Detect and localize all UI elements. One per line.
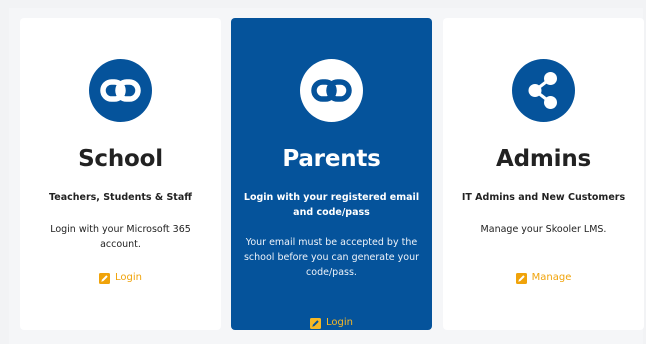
admins-card[interactable]: Admins IT Admins and New Customers Manag…: [443, 18, 644, 330]
card-title: School: [78, 146, 163, 172]
action-label: Login: [115, 272, 142, 283]
card-subtitle: IT Admins and New Customers: [461, 192, 626, 203]
infinity-icon: [300, 59, 363, 122]
share-icon: [512, 59, 575, 122]
card-description: Login with your Microsoft 365 account.: [50, 224, 191, 250]
card-title: Admins: [496, 146, 591, 172]
school-card[interactable]: School Teachers, Students & Staff Login …: [20, 18, 221, 330]
card-subtitle: Teachers, Students & Staff: [49, 192, 192, 203]
admins-manage-button[interactable]: Manage: [443, 271, 644, 285]
action-label: Manage: [531, 272, 572, 283]
card-description: Your email must be accepted by the schoo…: [243, 237, 420, 278]
edit-icon: [310, 317, 321, 329]
card-description: Manage your Skooler LMS.: [480, 224, 607, 235]
infinity-icon: [89, 59, 152, 122]
card-title: Parents: [282, 146, 381, 172]
edit-icon: [515, 272, 527, 284]
school-login-button[interactable]: Login: [20, 271, 221, 285]
edit-icon: [99, 272, 110, 284]
parents-card[interactable]: Parents Login with your registered email…: [231, 18, 432, 330]
action-label: Login: [326, 317, 353, 328]
card-subtitle: Login with your registered email and cod…: [243, 192, 420, 218]
parents-login-button[interactable]: Login: [231, 316, 432, 330]
